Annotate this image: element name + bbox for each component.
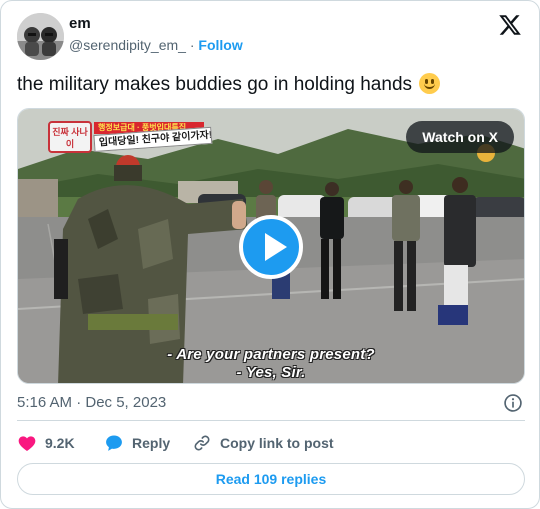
timestamp[interactable]: 5:16 AM · Dec 5, 2023 [17,394,166,411]
play-icon[interactable] [239,215,303,279]
avatar-photo [17,13,64,60]
watch-on-x-button[interactable]: Watch on X [406,121,514,153]
copy-link-label: Copy link to post [220,435,334,451]
avatar[interactable] [17,13,64,60]
separator-dot: · [189,37,195,53]
copy-link-button[interactable]: Copy link to post [192,433,334,453]
tweet-body: the military makes buddies go in holding… [17,74,413,95]
reply-label: Reply [132,435,171,451]
heart-icon [18,436,36,451]
show-logo: 진짜 사나이 [48,121,92,153]
tweet-text: the military makes buddies go in holding… [17,72,525,97]
info-icon[interactable] [503,393,523,413]
tweet-card: em @serendipity_em_ · Follow the militar… [0,0,540,509]
reply-button[interactable]: Reply [104,433,170,453]
follow-button[interactable]: Follow [198,37,242,53]
author-meta: @serendipity_em_ · Follow [69,37,243,53]
read-replies-button[interactable]: Read 109 replies [17,463,525,495]
smiling-face-emoji-icon [419,73,441,94]
video-subtitle-line-2: - Yes, Sir. [236,364,306,381]
video-player[interactable]: 진짜 사나이 행정보급대 · 풍벗입대특집 입대당일! 친구야 같이가자! Wa… [17,108,525,384]
video-subtitle-line-1: - Are your partners present? [167,346,375,363]
author-handle[interactable]: @serendipity_em_ [69,37,186,53]
like-button[interactable]: 9.2K [17,433,75,453]
reply-bubble-icon [106,435,122,451]
x-logo-icon[interactable] [498,13,522,37]
link-icon [194,435,210,451]
divider [17,420,525,421]
like-count: 9.2K [45,435,75,451]
author-name[interactable]: em [69,15,91,32]
show-logo-badge: 진짜 사나이 행정보급대 · 풍벗입대특집 입대당일! 친구야 같이가자! [48,121,228,155]
